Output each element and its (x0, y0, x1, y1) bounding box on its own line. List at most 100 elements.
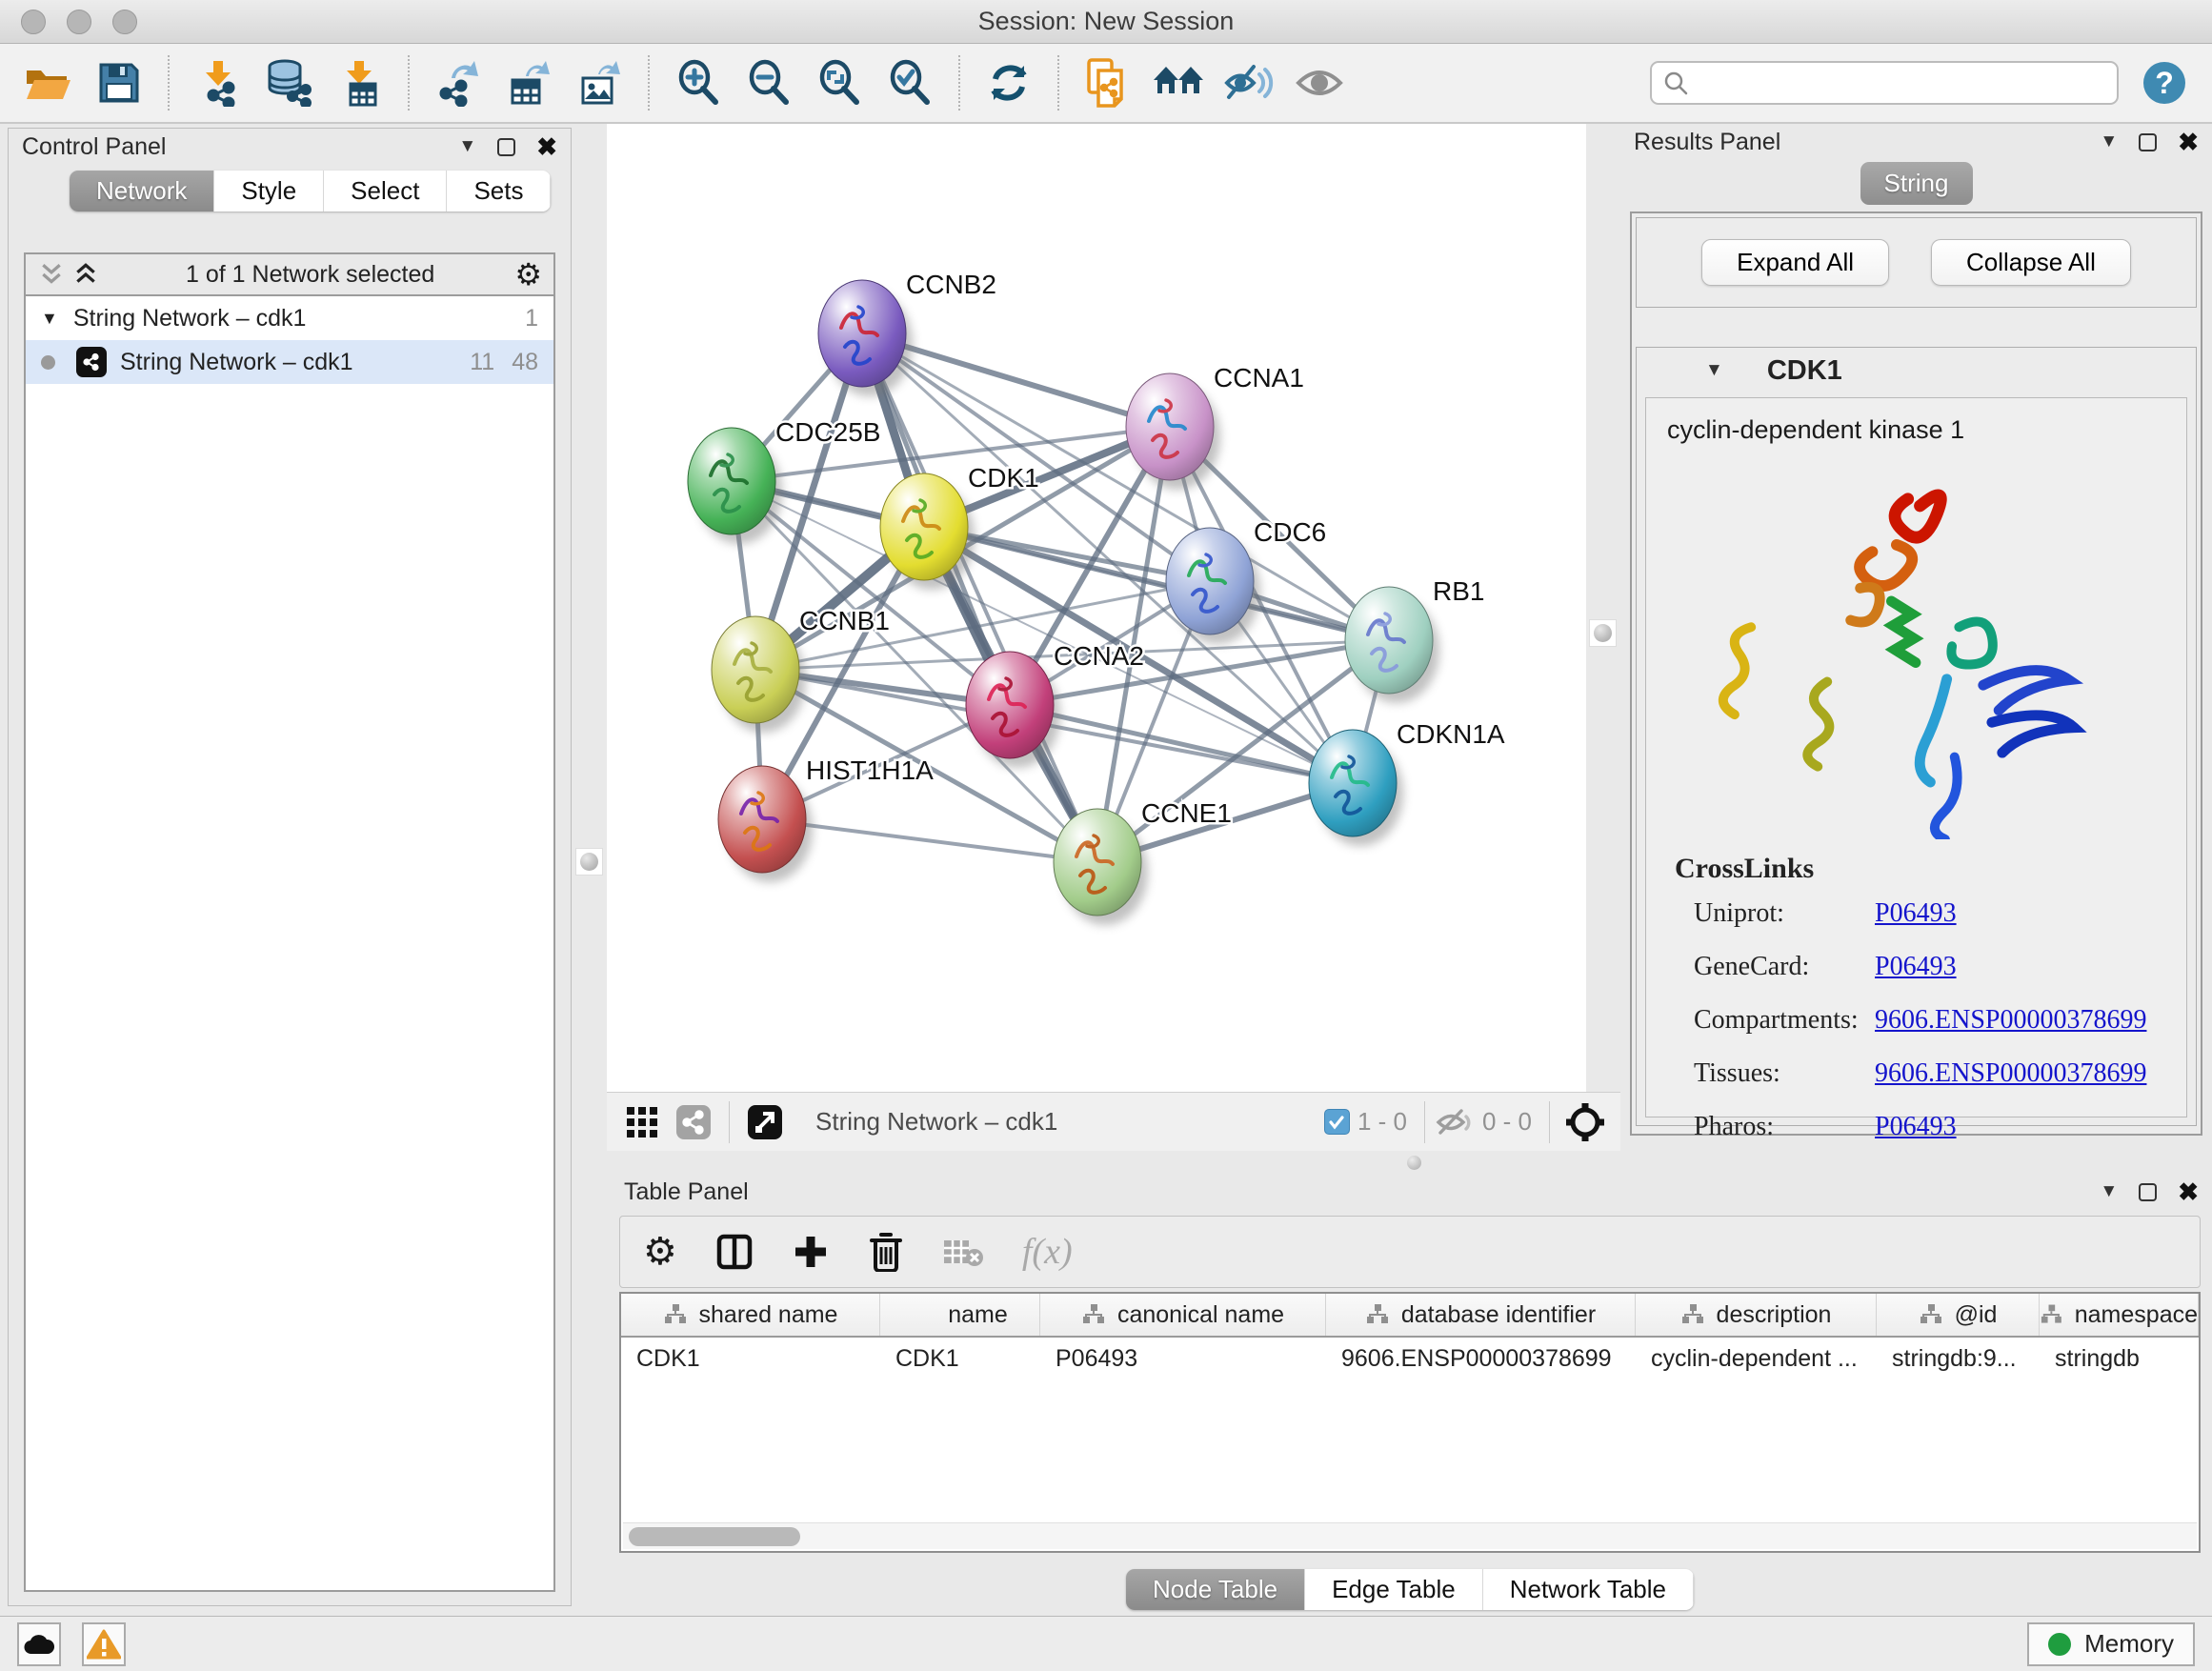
hide-labels-button[interactable] (1219, 53, 1278, 112)
crosslink-link[interactable]: P06493 (1875, 898, 1957, 929)
table-cell[interactable]: stringdb (2040, 1338, 2199, 1381)
collection-count: 1 (525, 305, 538, 332)
table-row[interactable]: CDK1 CDK1 P06493 9606.ENSP00000378699 cy… (621, 1338, 2199, 1381)
table-cell[interactable]: cyclin-dependent ... (1636, 1338, 1877, 1381)
network-graph[interactable]: CCNB2CCNA1CDC25BCDK1CDC6RB1CCNB1CCNA2CDK… (607, 124, 1586, 1092)
grid-view-icon[interactable] (621, 1101, 663, 1143)
open-folder-icon (24, 61, 73, 105)
close-panel-icon[interactable]: ✖ (2178, 130, 2199, 154)
export-network-button[interactable] (429, 53, 488, 112)
table-cell[interactable]: CDK1 (880, 1338, 1040, 1381)
tab-network[interactable]: Network (70, 171, 214, 211)
export-network-icon (434, 59, 482, 107)
memory-button[interactable]: Memory (2027, 1622, 2195, 1666)
column-header[interactable]: name (880, 1294, 1040, 1336)
table-cell[interactable]: stringdb:9... (1877, 1338, 2040, 1381)
search-input[interactable] (1698, 69, 2105, 97)
selected-checkbox-icon[interactable] (1324, 1109, 1350, 1135)
panel-menu-icon[interactable]: ▼ (2100, 1181, 2118, 1202)
table-options-gear-icon[interactable]: ⚙ (643, 1233, 677, 1271)
crosslink-link[interactable]: P06493 (1875, 1112, 1957, 1142)
horizontal-splitter[interactable] (607, 1151, 1620, 1174)
table-cell[interactable]: 9606.ENSP00000378699 (1326, 1338, 1636, 1381)
close-panel-icon[interactable]: ✖ (536, 134, 557, 159)
network-list-options-gear-icon[interactable]: ⚙ (514, 259, 542, 290)
export-image-button[interactable] (570, 53, 629, 112)
clone-network-button[interactable] (1078, 53, 1137, 112)
expand-all-icon[interactable] (71, 262, 100, 287)
open-session-button[interactable] (19, 53, 78, 112)
float-panel-icon[interactable] (2139, 133, 2157, 151)
tab-style[interactable]: Style (214, 171, 324, 211)
apply-layout-button[interactable] (979, 53, 1038, 112)
warnings-button[interactable] (82, 1622, 126, 1666)
column-header[interactable]: database identifier (1326, 1294, 1636, 1336)
scrollbar-thumb[interactable] (629, 1527, 800, 1546)
show-columns-icon[interactable] (715, 1233, 754, 1271)
detach-view-icon[interactable] (744, 1101, 786, 1143)
add-column-icon[interactable] (792, 1233, 830, 1271)
table-cell[interactable]: P06493 (1040, 1338, 1326, 1381)
cloud-status-button[interactable] (17, 1622, 61, 1666)
zoom-selected-button[interactable] (880, 53, 939, 112)
zoom-in-button[interactable] (669, 53, 728, 112)
help-button[interactable]: ? (2143, 62, 2185, 104)
tab-node-table[interactable]: Node Table (1126, 1569, 1305, 1610)
hidden-eye-icon (1435, 1106, 1475, 1138)
window-titlebar: Session: New Session (0, 0, 2212, 44)
network-share-icon[interactable] (673, 1101, 714, 1143)
right-splitter[interactable] (1585, 124, 1620, 1174)
expand-all-button[interactable]: Expand All (1701, 239, 1889, 286)
disclosure-triangle-icon[interactable]: ▼ (41, 309, 58, 329)
left-splitter[interactable] (572, 124, 607, 1616)
show-graphics-details-button[interactable] (1290, 53, 1349, 112)
float-panel-icon[interactable] (497, 138, 515, 156)
panel-menu-icon[interactable]: ▼ (2100, 131, 2118, 152)
string-home-button[interactable] (1149, 53, 1208, 112)
birds-eye-view-icon[interactable] (1564, 1101, 1606, 1143)
zoom-fit-button[interactable] (810, 53, 869, 112)
column-header[interactable]: shared name (621, 1294, 880, 1336)
float-panel-icon[interactable] (2139, 1183, 2157, 1201)
column-header[interactable]: @id (1877, 1294, 2040, 1336)
network-view-canvas[interactable]: CCNB2CCNA1CDC25BCDK1CDC6RB1CCNB1CCNA2CDK… (607, 124, 1586, 1092)
node-details-section: ▼ CDK1 cyclin-dependent kinase 1 (1636, 347, 2197, 1126)
export-table-button[interactable] (499, 53, 558, 112)
table-cell[interactable]: CDK1 (621, 1338, 880, 1381)
panel-menu-icon[interactable]: ▼ (458, 136, 476, 157)
section-disclosure-icon[interactable]: ▼ (1705, 360, 1723, 381)
tab-string[interactable]: String (1860, 162, 1973, 205)
crosslink-link[interactable]: 9606.ENSP00000378699 (1875, 1005, 2146, 1036)
network-collection-row[interactable]: ▼ String Network – cdk1 1 (26, 296, 553, 340)
splitter-handle[interactable] (1589, 619, 1617, 647)
splitter-handle[interactable] (1407, 1156, 1421, 1170)
column-header[interactable]: canonical name (1040, 1294, 1326, 1336)
tab-network-table[interactable]: Network Table (1483, 1569, 1694, 1610)
close-panel-icon[interactable]: ✖ (2178, 1179, 2199, 1204)
node-label-ccnb2: CCNB2 (906, 270, 996, 299)
zoom-fit-icon (815, 59, 863, 107)
column-header[interactable]: namespace (2040, 1294, 2199, 1336)
column-header[interactable]: description (1636, 1294, 1877, 1336)
collapse-all-button[interactable]: Collapse All (1931, 239, 2131, 286)
tab-select[interactable]: Select (324, 171, 447, 211)
zoom-out-button[interactable] (739, 53, 798, 112)
edge-count: 48 (512, 349, 538, 376)
crosslinks-section: CrossLinks Uniprot: P06493 GeneCard: P06… (1667, 853, 2165, 1142)
save-session-button[interactable] (90, 53, 149, 112)
horizontal-scrollbar[interactable] (623, 1522, 2197, 1549)
collapse-all-icon[interactable] (37, 262, 66, 287)
tab-sets[interactable]: Sets (447, 171, 551, 211)
crosslink-link[interactable]: P06493 (1875, 952, 1957, 982)
crosslink-label: GeneCard: (1694, 952, 1875, 982)
network-row[interactable]: String Network – cdk1 11 48 (26, 340, 553, 384)
import-network-file-button[interactable] (189, 53, 248, 112)
import-network-from-database-button[interactable] (259, 53, 318, 112)
save-icon (97, 61, 141, 105)
crosslink-link[interactable]: 9606.ENSP00000378699 (1875, 1058, 2146, 1089)
splitter-handle[interactable] (575, 848, 603, 876)
import-table-file-button[interactable] (330, 53, 389, 112)
delete-column-trash-icon[interactable] (868, 1232, 904, 1272)
network-search-box[interactable] (1650, 61, 2119, 105)
tab-edge-table[interactable]: Edge Table (1305, 1569, 1483, 1610)
